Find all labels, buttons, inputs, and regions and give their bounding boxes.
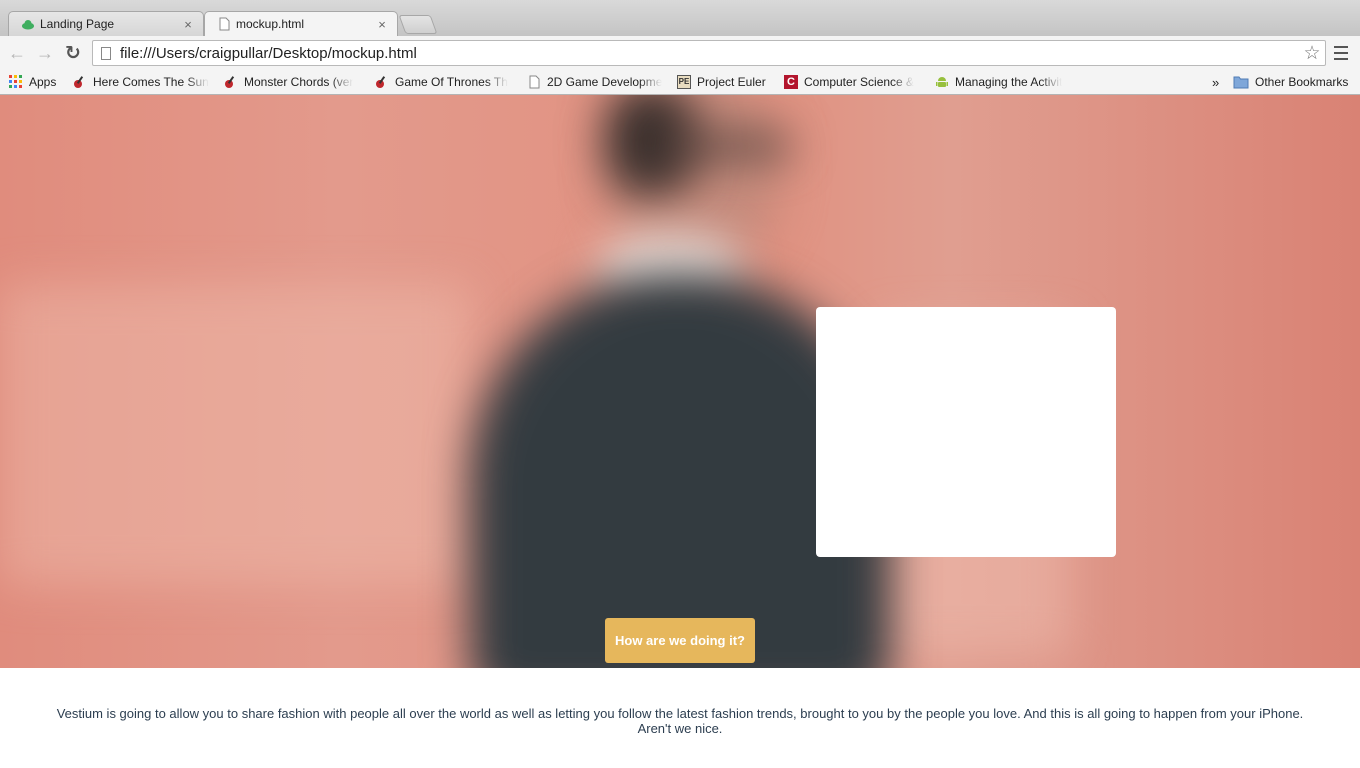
guitar-icon [73, 75, 87, 89]
project-euler-icon: PE [677, 75, 691, 89]
tab-mockup[interactable]: mockup.html × [204, 11, 398, 36]
other-bookmarks-folder[interactable]: Other Bookmarks [1233, 73, 1348, 91]
menu-icon[interactable] [1334, 46, 1348, 60]
hero-section: How are we doing it? [0, 95, 1360, 668]
bookmark-star-icon[interactable]: ☆ [1299, 42, 1325, 65]
tab-landing-page[interactable]: Landing Page × [8, 11, 204, 36]
forward-button[interactable]: → [34, 42, 56, 64]
bookmark-label: Managing the Activit [955, 75, 1063, 89]
page-icon [217, 17, 231, 31]
bookmark-label: Game Of Thrones Th [395, 75, 508, 89]
folder-icon [1233, 75, 1249, 89]
how-are-we-doing-it-button[interactable]: How are we doing it? [605, 618, 755, 663]
bookmark-label: Computer Science & [804, 75, 915, 89]
back-button[interactable]: ← [6, 42, 28, 64]
bookmark-monster-chords[interactable]: Monster Chords (ver [224, 73, 360, 91]
url-input[interactable] [120, 44, 1299, 62]
bookmark-label: Monster Chords (ver [244, 75, 354, 89]
bookmark-project-euler[interactable]: PE Project Euler [677, 73, 766, 91]
tab-title: mockup.html [236, 17, 305, 31]
close-tab-icon[interactable]: × [375, 17, 389, 32]
cs-logo-icon: C [784, 75, 798, 89]
description-text: Vestium is going to allow you to share f… [40, 706, 1320, 736]
bookmark-game-of-thrones[interactable]: Game Of Thrones Th [375, 73, 513, 91]
page-icon [527, 75, 541, 89]
hero-photo-glasses [660, 135, 790, 157]
bookmark-2d-game-development[interactable]: 2D Game Developme [527, 73, 665, 91]
android-icon [935, 75, 949, 89]
bookmarks-bar: Apps Here Comes The Sun Monster Chords (… [0, 70, 1360, 95]
bookmarks-overflow-button[interactable]: » [1212, 73, 1219, 91]
bookmark-label: Apps [29, 75, 57, 89]
tab-strip: Landing Page × mockup.html × [0, 0, 1360, 36]
reload-button[interactable]: ↻ [62, 42, 84, 64]
bookmark-here-comes-the-sun[interactable]: Here Comes The Sun [73, 73, 211, 91]
close-tab-icon[interactable]: × [181, 17, 195, 32]
bookmark-apps[interactable]: Apps [9, 73, 56, 91]
description-line: Vestium is going to allow you to share f… [56, 706, 1304, 721]
new-tab-button[interactable] [398, 15, 438, 34]
description-line: Aren't we nice. [637, 721, 723, 736]
bookmark-label: Project Euler [697, 75, 766, 89]
page-icon [101, 46, 111, 60]
background-wall [0, 285, 470, 585]
tab-title: Landing Page [40, 17, 115, 31]
apps-grid-icon [9, 75, 23, 89]
bookmark-managing-the-activity[interactable]: Managing the Activit [935, 73, 1073, 91]
bookmark-label: 2D Game Developme [547, 75, 663, 89]
placeholder-card [816, 307, 1116, 557]
browser-toolbar: ← → ↻ ☆ [0, 36, 1360, 70]
cloud-icon [21, 17, 35, 31]
guitar-icon [224, 75, 238, 89]
address-bar[interactable]: ☆ [92, 40, 1326, 66]
bookmark-label: Here Comes The Sun [93, 75, 209, 89]
bookmark-computer-science[interactable]: C Computer Science & [784, 73, 920, 91]
guitar-icon [375, 75, 389, 89]
bookmark-label: Other Bookmarks [1255, 75, 1349, 89]
